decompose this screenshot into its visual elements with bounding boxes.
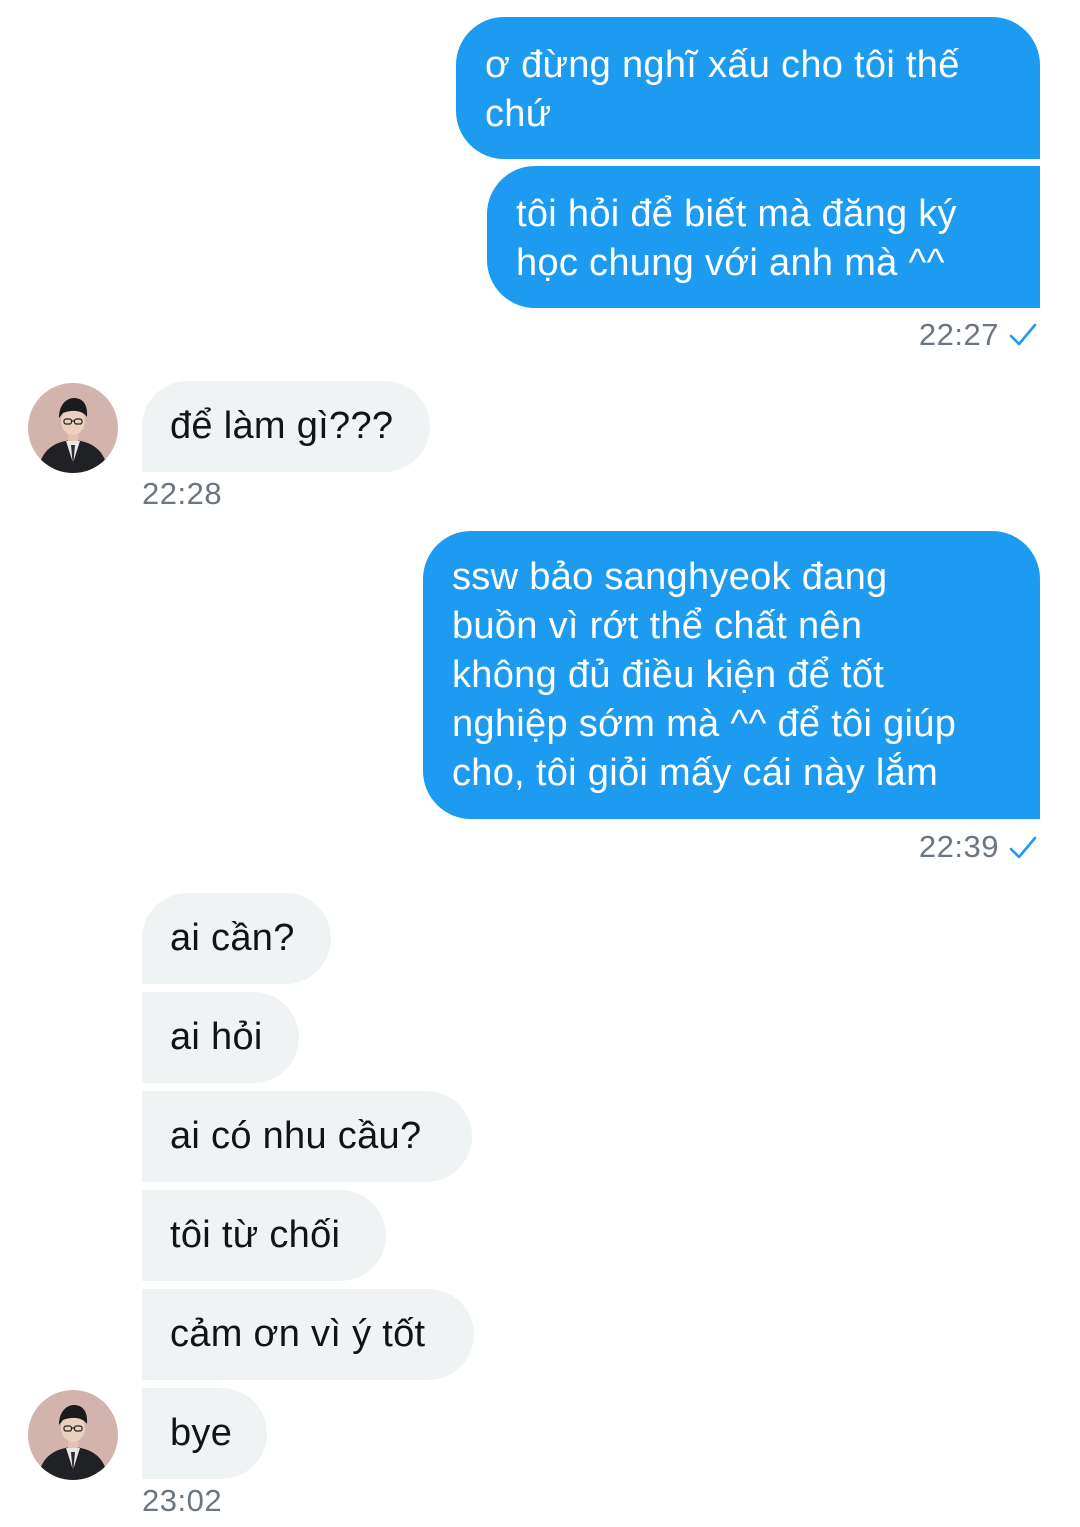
user-avatar-icon[interactable]	[28, 1390, 118, 1480]
sent-message[interactable]: tôi hỏi để biết mà đăng ký học chung với…	[487, 166, 1040, 308]
user-avatar-icon[interactable]	[28, 383, 118, 473]
received-message[interactable]: ai cần?	[142, 893, 331, 984]
message-text: để làm gì???	[170, 405, 394, 447]
received-message[interactable]: ai có nhu cầu?	[142, 1091, 472, 1182]
message-text: ai hỏi	[170, 1016, 263, 1058]
message-text: cảm ơn vì ý tốt	[170, 1313, 426, 1355]
message-text: ơ đừng nghĩ xấu cho tôi thế chứ	[485, 44, 960, 135]
checkmark-icon	[1009, 836, 1037, 859]
message-text: ai cần?	[170, 917, 295, 959]
received-message[interactable]: cảm ơn vì ý tốt	[142, 1289, 474, 1380]
message-text: tôi hỏi để biết mà đăng ký học chung với…	[516, 193, 957, 284]
message-text: bye	[170, 1412, 233, 1454]
message-timestamp: 22:39	[918, 829, 999, 864]
message-timestamp: 22:27	[918, 317, 999, 352]
checkmark-icon	[1009, 323, 1037, 346]
message-text: ai có nhu cầu?	[170, 1115, 422, 1157]
received-message[interactable]: ai hỏi	[142, 992, 299, 1083]
message-text: tôi từ chối	[170, 1214, 341, 1256]
received-message[interactable]: bye	[142, 1388, 267, 1479]
received-message[interactable]: tôi từ chối	[142, 1190, 386, 1281]
message-timestamp: 23:02	[142, 1483, 223, 1518]
received-message[interactable]: để làm gì???	[142, 381, 430, 472]
message-timestamp: 22:28	[142, 476, 223, 511]
sent-message[interactable]: ơ đừng nghĩ xấu cho tôi thế chứ	[456, 17, 1040, 159]
sent-message[interactable]: ssw bảo sanghyeok đang buồn vì rớt thể c…	[423, 531, 1040, 819]
message-text: ssw bảo sanghyeok đang buồn vì rớt thể c…	[452, 556, 957, 794]
